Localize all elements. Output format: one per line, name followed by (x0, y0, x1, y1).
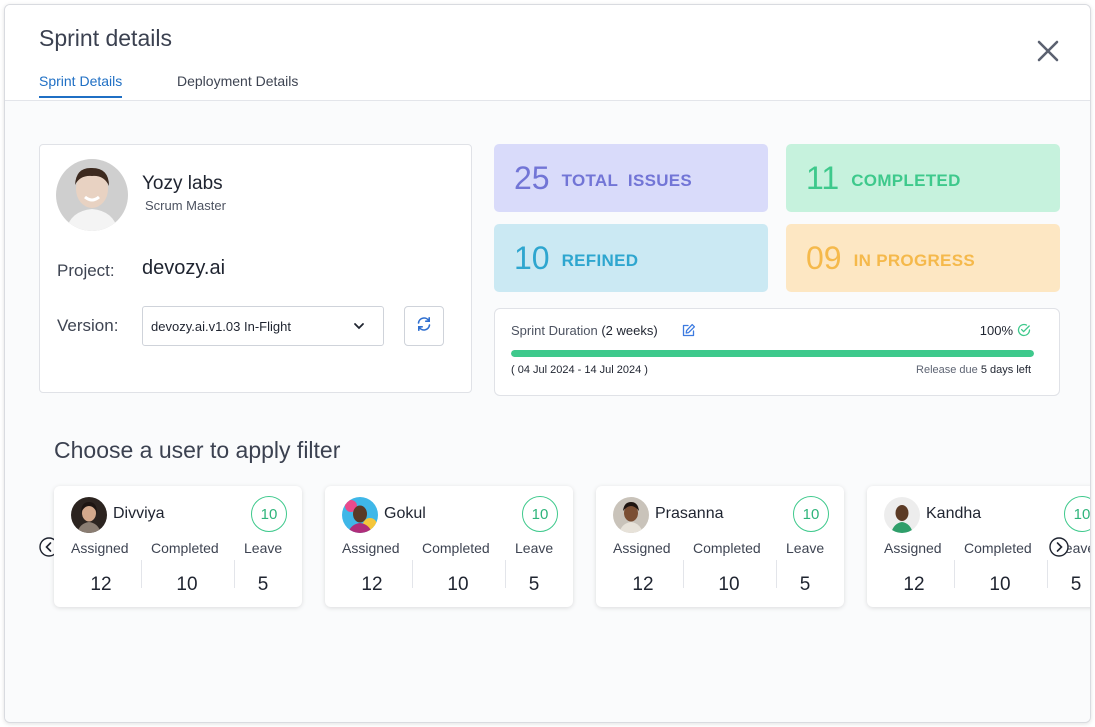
avatar (71, 497, 107, 533)
modal-title: Sprint details (39, 25, 172, 51)
avatar (56, 159, 128, 231)
completed-value: 10 (718, 574, 740, 595)
sprint-duration-label: Sprint Duration (2 weeks) (511, 323, 658, 338)
user-name: Gokul (384, 505, 426, 522)
modal-body: Yozy labs Scrum Master Project: devozy.a… (5, 101, 1090, 722)
modal-header: Sprint details Sprint Details Deployment… (5, 5, 1090, 101)
assigned-label: Assigned (342, 540, 400, 556)
assigned-label: Assigned (884, 540, 942, 556)
filter-heading: Choose a user to apply filter (54, 437, 341, 463)
leave-value: 5 (1070, 574, 1082, 595)
chevron-down-icon (353, 320, 365, 335)
tab-sprint-details[interactable]: Sprint Details (39, 73, 123, 98)
duration-text: Sprint Duration (511, 323, 598, 338)
leave-value: 5 (799, 574, 811, 595)
refresh-icon (415, 315, 433, 338)
duration-weeks: (2 weeks) (601, 323, 658, 338)
stat-completed: 11 COMPLETED (786, 144, 1060, 212)
user-name: Divviya (113, 505, 165, 522)
user-name: Kandha (926, 505, 982, 522)
sprint-duration-card: Sprint Duration (2 weeks) 100% ( 04 Jul … (494, 308, 1060, 396)
user-badge: 10 (522, 496, 558, 532)
leave-label: Leave (786, 540, 825, 556)
stat-value: 09 (806, 239, 842, 276)
divider (1047, 560, 1048, 588)
assigned-value: 12 (361, 574, 383, 595)
assigned-label: Assigned (71, 540, 129, 556)
profile-card: Yozy labs Scrum Master Project: devozy.a… (39, 144, 472, 393)
stat-label: IN PROGRESS (853, 251, 975, 270)
leave-value: 5 (528, 574, 540, 595)
sprint-details-modal: Sprint details Sprint Details Deployment… (4, 4, 1091, 723)
user-name: Yozy labs (142, 173, 223, 194)
release-value: 5 days left (980, 364, 1031, 376)
avatar (884, 497, 920, 533)
assigned-label: Assigned (613, 540, 671, 556)
user-badge: 10 (1064, 496, 1090, 532)
completed-value: 10 (447, 574, 469, 595)
assigned-value: 12 (632, 574, 654, 595)
stat-value: 10 (514, 239, 550, 276)
leave-label: Leave (244, 540, 283, 556)
assigned-value: 12 (90, 574, 112, 595)
completed-value: 10 (989, 574, 1011, 595)
stat-refined: 10 REFINED (494, 224, 768, 292)
user-card-prasanna[interactable]: Prasanna 10 Assigned Completed Leave 12 … (596, 486, 844, 607)
project-label: Project: (57, 261, 115, 280)
user-badge: 10 (251, 496, 287, 532)
avatar (613, 497, 649, 533)
duration-percent: 100% (979, 323, 1013, 338)
divider (683, 560, 684, 588)
divider (776, 560, 777, 588)
release-due: Release due 5 days left (916, 364, 1031, 376)
stat-value: 25 (514, 159, 550, 196)
user-card-gokul[interactable]: Gokul 10 Assigned Completed Leave 12 10 … (325, 486, 573, 607)
completed-label: Completed (422, 540, 490, 556)
divider (954, 560, 955, 588)
completed-label: Completed (964, 540, 1032, 556)
stat-total-issues: 25 TOTAL ISSUES (494, 144, 768, 212)
divider (234, 560, 235, 588)
version-label: Version: (57, 316, 119, 335)
user-badge: 10 (793, 496, 829, 532)
stat-label: REFINED (561, 251, 639, 270)
chevron-right-icon[interactable] (1049, 537, 1069, 557)
leave-value: 5 (257, 574, 269, 595)
stat-label: TOTAL ISSUES (561, 171, 693, 190)
assigned-value: 12 (903, 574, 925, 595)
sprint-progress-bar (511, 350, 1034, 357)
user-card-divviya[interactable]: Divviya 10 Assigned Completed Leave 12 1… (54, 486, 302, 607)
version-value: devozy.ai.v1.03 In-Flight (151, 318, 291, 334)
avatar (342, 497, 378, 533)
version-dropdown[interactable]: devozy.ai.v1.03 In-Flight (142, 306, 384, 346)
tab-deployment-details[interactable]: Deployment Details (177, 73, 298, 96)
check-circle-icon (1017, 323, 1031, 342)
completed-value: 10 (176, 574, 198, 595)
edit-icon[interactable] (681, 323, 696, 343)
user-name: Prasanna (655, 505, 724, 522)
refresh-button[interactable] (404, 306, 444, 346)
divider (505, 560, 506, 588)
completed-label: Completed (151, 540, 219, 556)
stat-label: COMPLETED (851, 171, 961, 190)
divider (141, 560, 142, 588)
stat-value: 11 (806, 159, 840, 196)
user-role: Scrum Master (145, 198, 226, 213)
project-value: devozy.ai (142, 257, 226, 279)
stat-in-progress: 09 IN PROGRESS (786, 224, 1060, 292)
divider (412, 560, 413, 588)
leave-label: Leave (515, 540, 554, 556)
release-prefix: Release due (916, 364, 978, 376)
completed-label: Completed (693, 540, 761, 556)
sprint-progress-fill (511, 350, 1034, 357)
sprint-dates: ( 04 Jul 2024 - 14 Jul 2024 ) (511, 364, 648, 376)
close-icon[interactable] (1036, 39, 1060, 63)
